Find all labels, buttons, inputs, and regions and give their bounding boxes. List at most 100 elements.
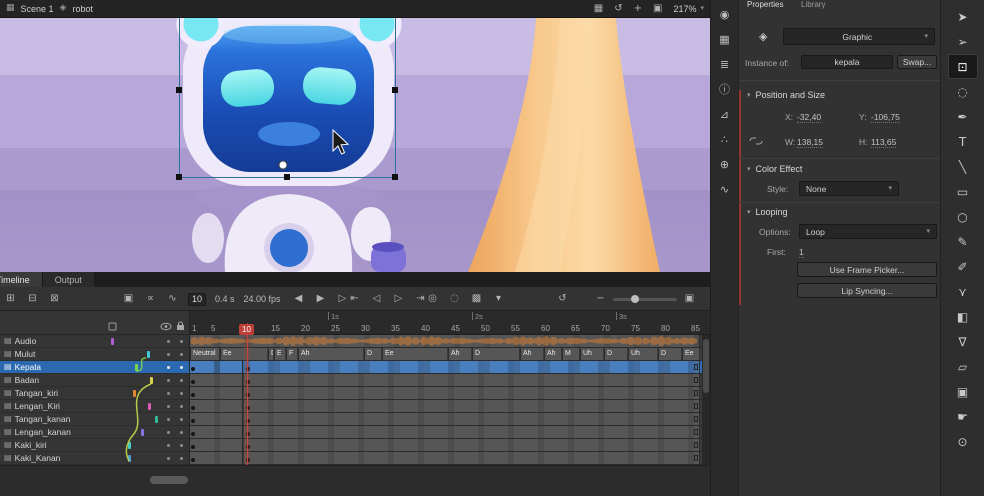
symbol-type-dropdown[interactable]: Graphic ▾ (783, 28, 935, 45)
align-panel-icon[interactable]: ≣ (715, 56, 735, 72)
color-panel-icon[interactable]: ◉ (715, 6, 735, 22)
swatches-panel-icon[interactable]: ▦ (715, 31, 735, 47)
layer-row-Badan[interactable]: ▤Badan (0, 374, 189, 387)
selection-tool[interactable]: ➤ (948, 4, 978, 29)
mouth-keyframe-M[interactable]: M (562, 348, 579, 360)
frames-vscrollbar-thumb[interactable] (703, 339, 709, 393)
y-value[interactable]: -106,75 (871, 112, 900, 123)
rotate-stage-icon[interactable]: ↺ (614, 4, 622, 14)
camera-tool[interactable]: ▣ (948, 379, 978, 404)
breadcrumb-symbol[interactable]: robot (72, 4, 93, 14)
looping-section[interactable]: ▾Looping (747, 207, 788, 217)
lock-dot[interactable] (180, 431, 183, 434)
bone-tool[interactable]: ⋎ (948, 279, 978, 304)
mouth-keyframe-Uh[interactable]: Uh (580, 348, 603, 360)
frame-span[interactable] (244, 374, 700, 386)
timeline-zoom-slider[interactable] (613, 298, 677, 301)
tab-timeline[interactable]: Timeline (0, 272, 43, 287)
tab-properties[interactable]: Properties (747, 0, 783, 9)
visibility-dot[interactable] (167, 431, 170, 434)
pencil-tool[interactable]: ✎ (948, 229, 978, 254)
visibility-dot[interactable] (167, 366, 170, 369)
onion-skin-icon[interactable]: ◎ (426, 294, 439, 304)
lock-dot[interactable] (180, 353, 183, 356)
h-value[interactable]: 113,65 (871, 137, 896, 148)
mouth-keyframe-Ah[interactable]: Ah (448, 348, 471, 360)
frames-row-Kaki_kiri[interactable] (190, 439, 710, 452)
frame-span[interactable] (190, 374, 243, 386)
mouth-keyframe-Ah[interactable]: Ah (298, 348, 363, 360)
instance-name-field[interactable]: kepala (801, 55, 893, 69)
frame-rate[interactable]: 24.00 fps (244, 294, 281, 304)
frames-row-Tangan_kanan[interactable] (190, 413, 710, 426)
frames-row-Kepala[interactable] (190, 361, 710, 374)
frame-span[interactable] (190, 400, 243, 412)
frame-span[interactable] (190, 426, 243, 438)
playhead-marker[interactable]: 10 (239, 324, 254, 335)
next-keyframe-icon[interactable]: ▷ (392, 294, 405, 304)
mouth-keyframe-F[interactable]: F (286, 348, 297, 360)
frame-span[interactable] (244, 400, 700, 412)
layer-row-Audio[interactable]: ▤Audio (0, 335, 189, 348)
eraser-tool[interactable]: ▱ (948, 354, 978, 379)
lock-dot[interactable] (180, 418, 183, 421)
new-folder-icon[interactable]: ⊟ (26, 294, 39, 304)
edit-multiple-frames-icon[interactable]: ▩ (470, 294, 483, 304)
lock-dot[interactable] (180, 457, 183, 460)
visibility-dot[interactable] (167, 405, 170, 408)
zoom-tool[interactable]: ⊙ (948, 429, 978, 454)
mouth-keyframe-D[interactable]: D (658, 348, 681, 360)
w-value[interactable]: 138,15 (797, 137, 823, 148)
paint-bucket-tool[interactable]: ◧ (948, 304, 978, 329)
mouth-keyframe-Uh[interactable]: Uh (628, 348, 657, 360)
visibility-dot[interactable] (167, 444, 170, 447)
frames-row-Tangan_kiri[interactable] (190, 387, 710, 400)
mouth-keyframe-E[interactable]: E (274, 348, 285, 360)
stage-canvas[interactable] (0, 18, 710, 272)
mouth-keyframe-D[interactable]: D (472, 348, 519, 360)
frames-row-Kaki_Kanan[interactable] (190, 452, 710, 465)
camera-icon[interactable]: ▣ (122, 294, 135, 304)
mouth-keyframe-Ah[interactable]: Ah (520, 348, 543, 360)
visibility-dot[interactable] (167, 418, 170, 421)
transform-point[interactable] (279, 161, 287, 169)
eyedropper-tool[interactable]: ∇ (948, 329, 978, 354)
center-playhead-icon[interactable]: ▣ (683, 294, 696, 304)
position-size-section[interactable]: ▾Position and Size (747, 90, 825, 100)
frames-row-Mulut[interactable]: NeutralEeDEFAhDEeAhDAhAhMUhDUhDEe (190, 348, 710, 361)
mouth-keyframe-D[interactable]: D (604, 348, 627, 360)
loop-playback-icon[interactable]: ↺ (556, 294, 569, 304)
frame-span[interactable] (190, 439, 243, 451)
frames-row-Audio[interactable] (190, 335, 710, 348)
motion-editor-panel-icon[interactable]: ∿ (715, 181, 735, 197)
fullscreen-icon[interactable]: ▣ (653, 4, 662, 14)
frame-range-chevron-icon[interactable]: ▾ (492, 294, 505, 304)
lock-dot[interactable] (180, 379, 183, 382)
frame-span[interactable] (190, 361, 243, 373)
hand-tool[interactable]: ☛ (948, 404, 978, 429)
delete-layer-icon[interactable]: ⊠ (48, 294, 61, 304)
brush-tool[interactable]: ✐ (948, 254, 978, 279)
mouth-keyframe-D[interactable]: D (268, 348, 273, 360)
audio-frame-span[interactable] (190, 335, 700, 347)
layer-row-Mulut[interactable]: ▤Mulut (0, 348, 189, 361)
mouth-keyframe-Ee[interactable]: Ee (682, 348, 699, 360)
visibility-dot[interactable] (167, 379, 170, 382)
clip-preview-icon[interactable]: ▦ (594, 4, 603, 14)
zoom-dropdown[interactable]: 217% ▾ (673, 4, 704, 14)
subselection-tool[interactable]: ➢ (948, 29, 978, 54)
frame-span[interactable] (190, 452, 243, 464)
rectangle-tool[interactable]: ▭ (948, 179, 978, 204)
frame-span[interactable] (244, 452, 700, 464)
frame-span[interactable] (190, 413, 243, 425)
frame-span[interactable] (244, 439, 700, 451)
timeline-zoom-out-icon[interactable]: − (594, 294, 607, 304)
visibility-dot[interactable] (167, 457, 170, 460)
swap-button[interactable]: Swap... (897, 55, 937, 69)
lock-column-icon[interactable] (176, 321, 185, 331)
pen-tool[interactable]: ✒ (948, 104, 978, 129)
lock-dot[interactable] (180, 444, 183, 447)
x-value[interactable]: -32,40 (797, 112, 821, 123)
step-back-icon[interactable]: ◀ (292, 294, 305, 304)
layer-row-Lengan_kanan[interactable]: ▤Lengan_kanan (0, 426, 189, 439)
